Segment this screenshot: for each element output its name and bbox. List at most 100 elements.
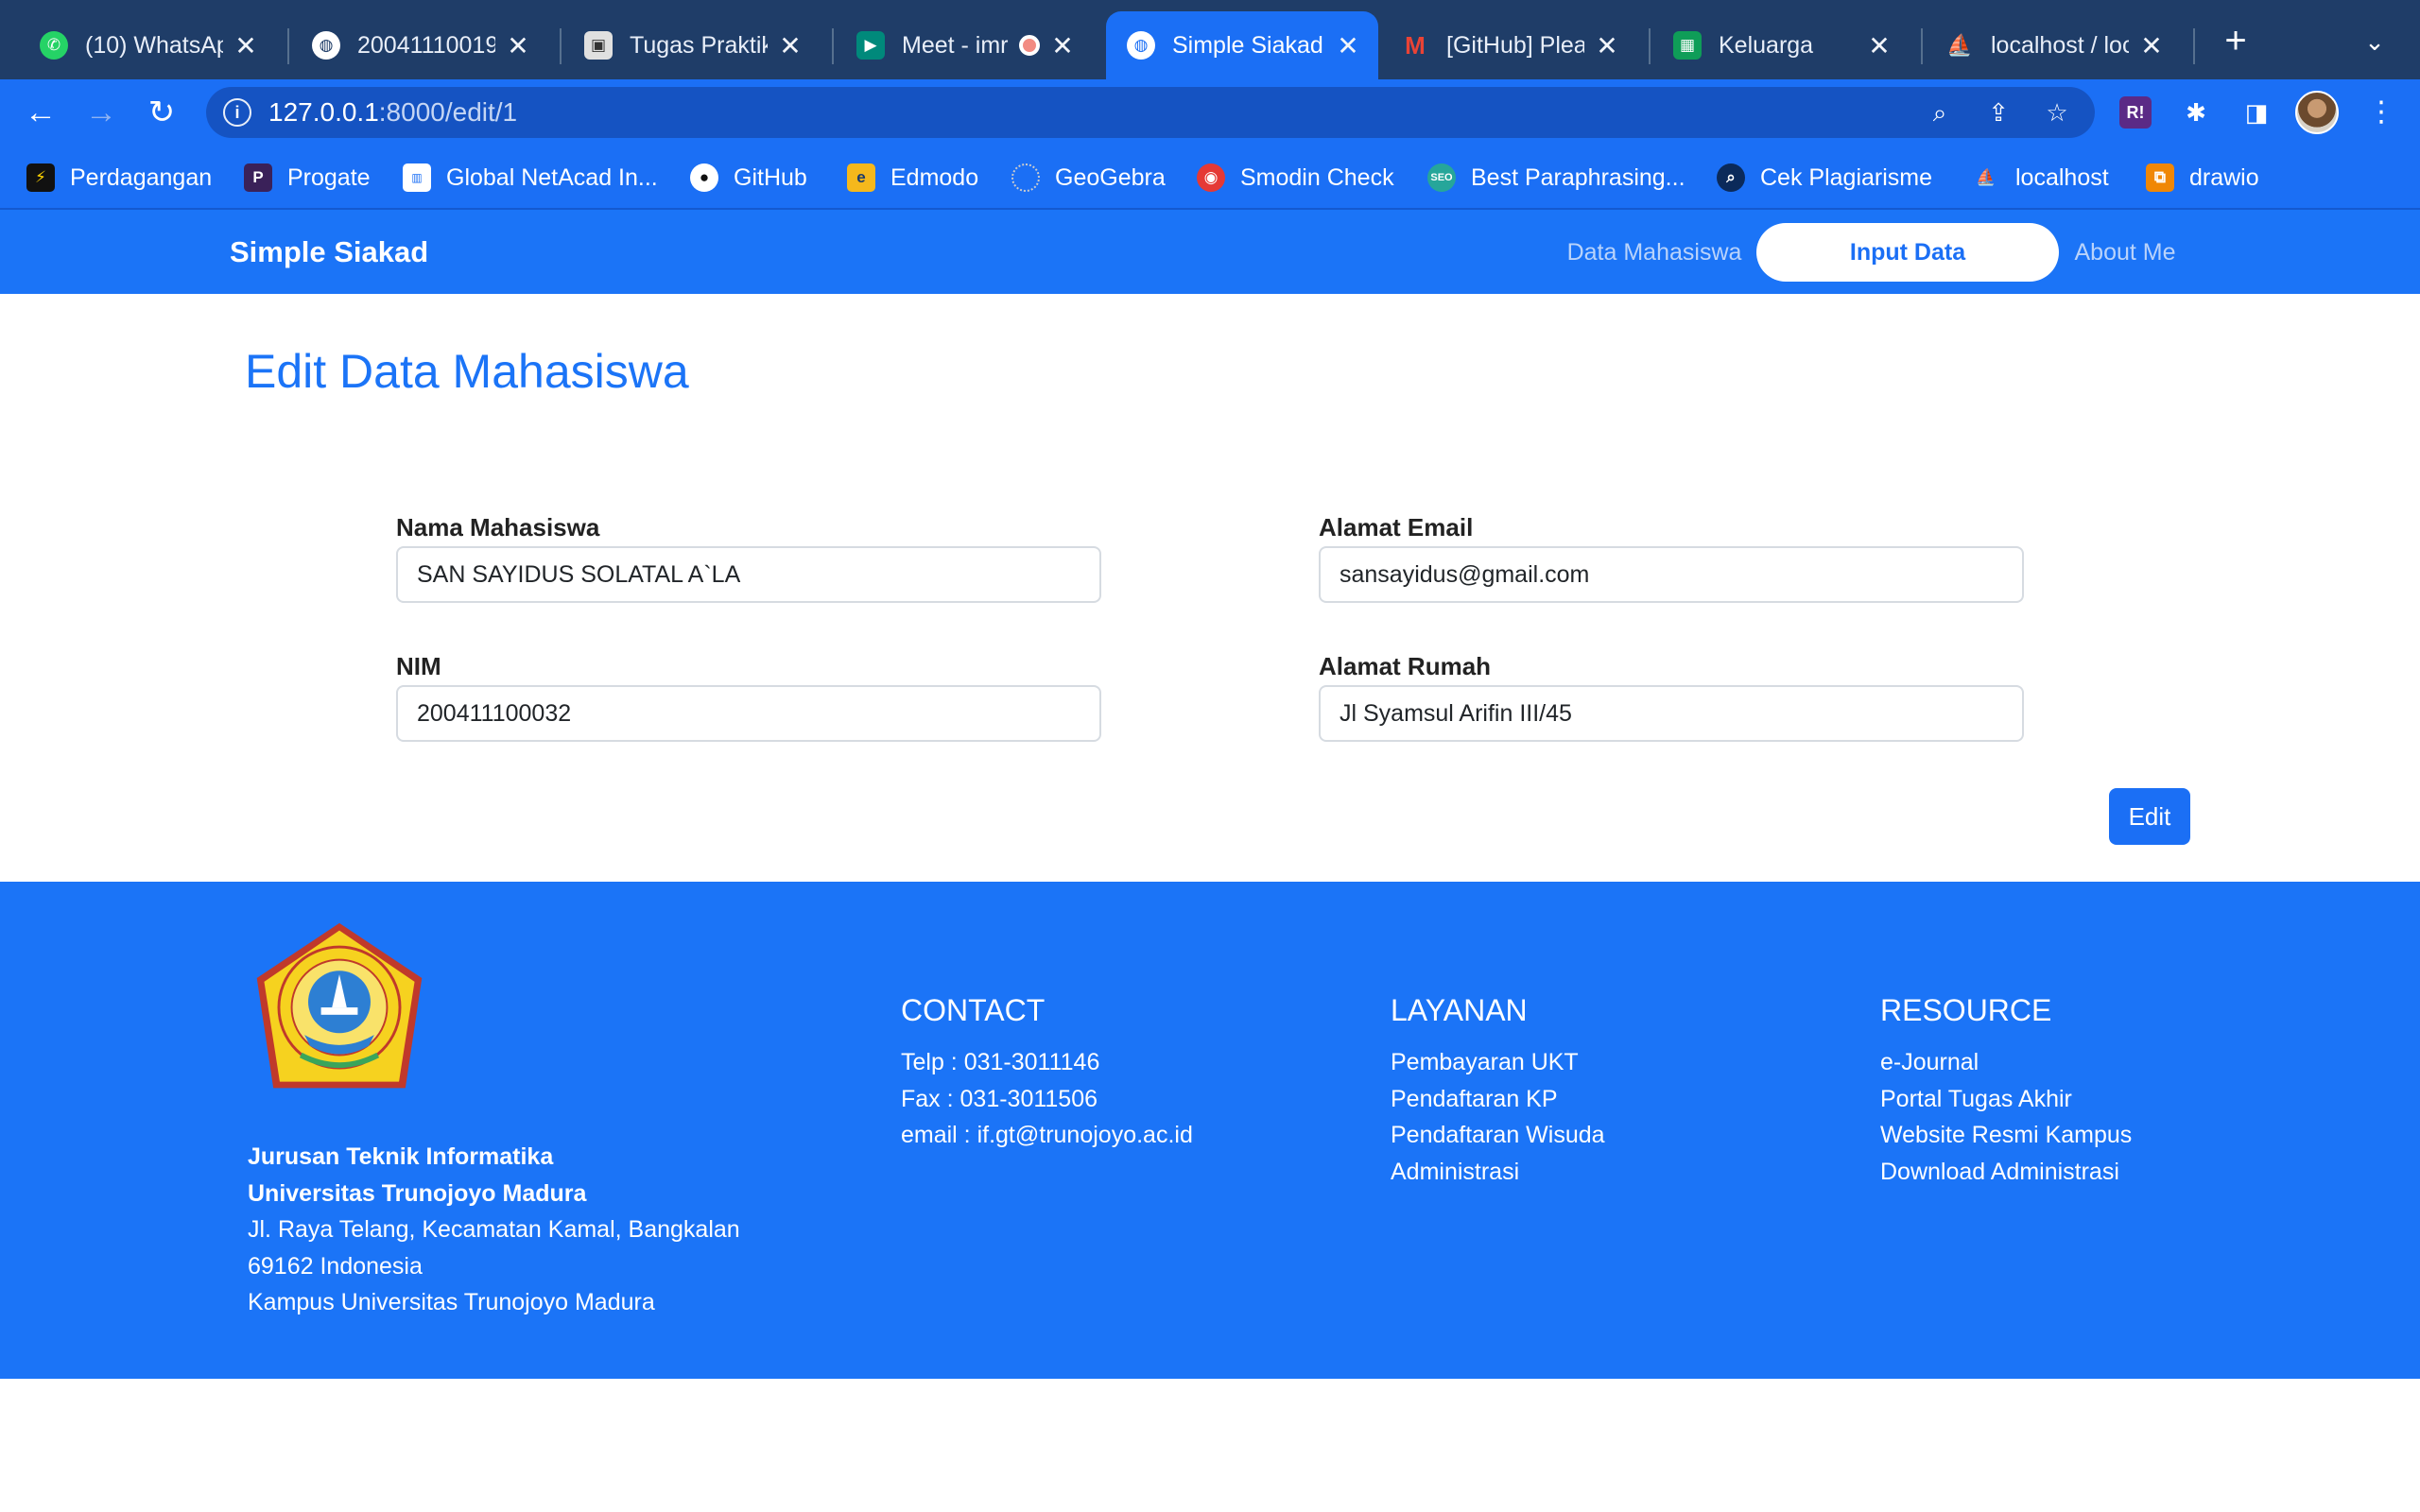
bookmark-star-icon[interactable]: ☆ (2040, 95, 2074, 129)
github-icon: ● (690, 163, 718, 192)
url-path: :8000/edit/1 (378, 97, 518, 127)
nim-label: NIM (396, 652, 441, 680)
contact-email[interactable]: email : if.gt@trunojoyo.ac.id (901, 1117, 1193, 1154)
bookmark-label: localhost (2015, 163, 2109, 191)
nav-data-mahasiswa[interactable]: Data Mahasiswa (1560, 223, 1749, 282)
back-arrow-icon[interactable]: ← (17, 89, 64, 136)
contact-fax: Fax : 031-3011506 (901, 1085, 1098, 1112)
url-text[interactable]: 127.0.0.1:8000/edit/1 (268, 87, 517, 138)
side-panel-icon[interactable]: ◨ (2237, 93, 2276, 132)
bookmark-perdagangan[interactable]: ⚡ Perdagangan (26, 160, 212, 196)
email-input[interactable] (1319, 546, 2024, 603)
zoom-icon[interactable]: ⌕ (1923, 95, 1957, 129)
bookmark-paraphrasing[interactable]: SEO Best Paraphrasing... (1427, 160, 1685, 196)
close-icon[interactable]: ✕ (1594, 30, 1620, 61)
extensions-puzzle-icon[interactable]: ✱ (2176, 93, 2216, 132)
tab-title: Simple Siakad (1172, 31, 1323, 59)
edmodo-icon: e (847, 163, 875, 192)
bookmark-drawio[interactable]: ⧉ drawio (2146, 160, 2259, 196)
close-icon[interactable]: ✕ (1335, 30, 1361, 61)
drawio-icon: ⧉ (2146, 163, 2174, 192)
site-navbar: Simple Siakad Data Mahasiswa Input Data … (0, 210, 2420, 294)
nav-input-data[interactable]: Input Data (1756, 223, 2059, 282)
whatsapp-icon: ✆ (40, 31, 68, 60)
tab-meet[interactable]: ▶ Meet - imr ✕ (836, 11, 1093, 79)
forward-arrow-icon[interactable]: → (78, 89, 125, 136)
nim-input[interactable] (396, 685, 1101, 742)
bookmark-label: Progate (287, 163, 371, 191)
browser-menu-icon[interactable]: ⋮ (2365, 93, 2397, 132)
reload-icon[interactable]: ↻ (138, 89, 185, 136)
geogebra-icon (1011, 163, 1040, 192)
footer-postal: 69162 Indonesia (248, 1252, 423, 1280)
resource-link[interactable]: e-Journal (1880, 1044, 2132, 1081)
bookmark-github[interactable]: ● GitHub (690, 160, 807, 196)
bookmark-geogebra[interactable]: GeoGebra (1011, 160, 1166, 196)
bookmark-smodin[interactable]: ◉ Smodin Check (1197, 160, 1394, 196)
bookmark-edmodo[interactable]: e Edmodo (847, 160, 978, 196)
new-tab-button[interactable]: + (2212, 17, 2259, 64)
contact-heading: CONTACT (901, 993, 1046, 1027)
tab-tugas-praktikum[interactable]: ▣ Tugas Praktikum ✕ (563, 11, 821, 79)
resource-link[interactable]: Portal Tugas Akhir (1880, 1081, 2132, 1118)
site-info-icon[interactable]: i (223, 98, 251, 127)
tab-gmail[interactable]: M [GitHub] Please ✕ (1380, 11, 1637, 79)
tab-search-chevron-icon[interactable]: ⌄ (2354, 21, 2395, 62)
alamat-label: Alamat Rumah (1319, 652, 1492, 680)
globe-icon: ◍ (312, 31, 340, 60)
page-bottom-space (0, 1379, 2420, 1512)
nav-about-me[interactable]: About Me (2066, 223, 2184, 282)
tab-title: (10) WhatsApp (85, 31, 223, 59)
sheets-icon: ▦ (1673, 31, 1702, 60)
footer-street: Jl. Raya Telang, Kecamatan Kamal, Bangka… (248, 1216, 740, 1243)
seo-icon: SEO (1427, 163, 1456, 192)
close-icon[interactable]: ✕ (1866, 30, 1893, 61)
layanan-link[interactable]: Administrasi (1391, 1154, 1605, 1191)
alamat-input[interactable] (1319, 685, 2024, 742)
tab-phpmyadmin[interactable]: ⛵ localhost / localhost ✕ (1925, 11, 2182, 79)
classroom-icon: ▣ (584, 31, 613, 60)
tab-title: Tugas Praktikum (630, 31, 768, 59)
gmail-icon: M (1405, 30, 1426, 60)
layanan-link[interactable]: Pendaftaran KP (1391, 1081, 1605, 1118)
university-seal-logo (256, 922, 423, 1089)
bookmark-label: Best Paraphrasing... (1471, 163, 1685, 191)
bookmark-cek-plagiarisme[interactable]: ⌕ Cek Plagiarisme (1717, 160, 1932, 196)
profile-avatar[interactable] (2295, 91, 2339, 134)
nama-input[interactable] (396, 546, 1101, 603)
address-bar[interactable]: i 127.0.0.1:8000/edit/1 ⌕ ⇪ ☆ (206, 87, 2095, 138)
email-label: Alamat Email (1319, 513, 1474, 541)
bookmarks-bar: ⚡ Perdagangan P Progate ▥ Global NetAcad In… (0, 146, 2420, 210)
extension-r-icon[interactable]: R! (2119, 96, 2152, 129)
edit-button[interactable]: Edit (2109, 788, 2190, 845)
layanan-link[interactable]: Pembayaran UKT (1391, 1044, 1605, 1081)
tab-student-id[interactable]: ◍ 200411100194 ✕ (291, 11, 548, 79)
tab-keluarga[interactable]: ▦ Keluarga ✕ (1652, 11, 1910, 79)
bookmark-localhost[interactable]: ⛵ localhost (1972, 160, 2109, 196)
tab-title: Meet - imr (902, 31, 1009, 59)
bookmark-label: Global NetAcad In... (446, 163, 658, 191)
navbar-brand[interactable]: Simple Siakad (230, 210, 428, 294)
bookmark-netacad[interactable]: ▥ Global NetAcad In... (403, 160, 658, 196)
footer-resource: RESOURCE e-Journal Portal Tugas Akhir We… (1880, 993, 2132, 1190)
bookmark-label: Edmodo (890, 163, 979, 191)
bookmark-progate[interactable]: P Progate (244, 160, 371, 196)
close-icon[interactable]: ✕ (233, 30, 259, 61)
layanan-link[interactable]: Pendaftaran Wisuda (1391, 1117, 1605, 1154)
tab-title: localhost / localhost (1991, 31, 2129, 59)
browser-tab-strip: ✆ (10) WhatsApp ✕ ◍ 200411100194 ✕ ▣ Tug… (0, 0, 2420, 79)
smodin-icon: ◉ (1197, 163, 1225, 192)
footer-layanan: LAYANAN Pembayaran UKT Pendaftaran KP Pe… (1391, 993, 1605, 1190)
share-icon[interactable]: ⇪ (1981, 95, 2015, 129)
bookmark-label: Perdagangan (70, 163, 213, 191)
resource-link[interactable]: Website Resmi Kampus (1880, 1117, 2132, 1154)
tab-whatsapp[interactable]: ✆ (10) WhatsApp ✕ (19, 11, 276, 79)
phpmyadmin-icon: ⛵ (1976, 168, 1996, 186)
close-icon[interactable]: ✕ (2138, 30, 2165, 61)
close-icon[interactable]: ✕ (777, 30, 804, 61)
tab-title: Keluarga (1719, 31, 1814, 59)
close-icon[interactable]: ✕ (1049, 30, 1076, 61)
resource-link[interactable]: Download Administrasi (1880, 1154, 2132, 1191)
tab-simple-siakad[interactable]: ◍ Simple Siakad ✕ (1106, 11, 1378, 79)
close-icon[interactable]: ✕ (505, 30, 531, 61)
